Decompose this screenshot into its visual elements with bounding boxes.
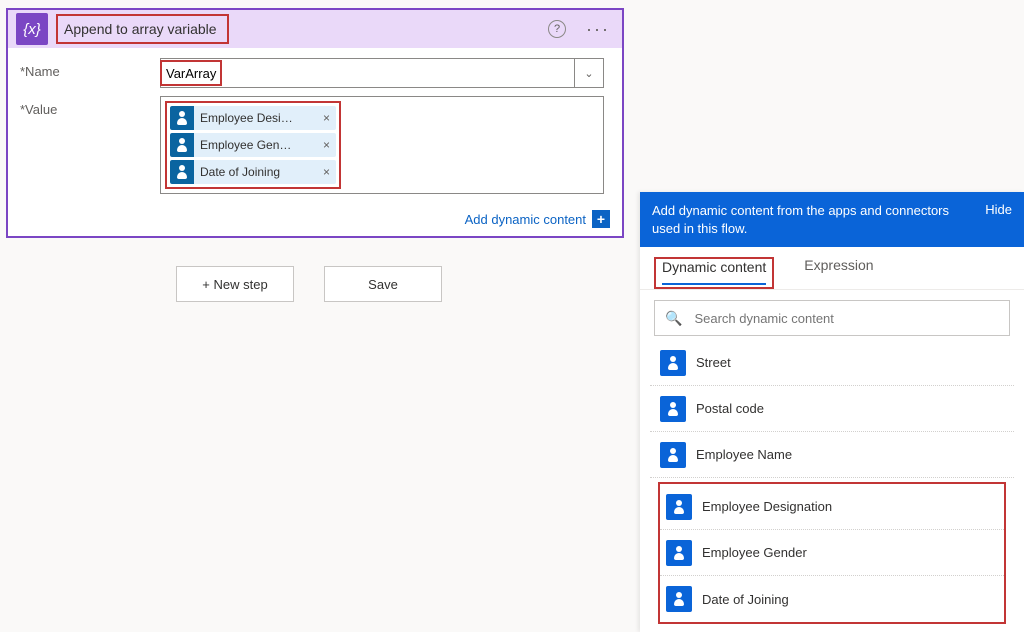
value-token[interactable]: Date of Joining × <box>170 160 336 184</box>
value-label: *Value <box>20 96 160 117</box>
highlight-name-value: VarArray <box>160 60 222 86</box>
list-item-label: Street <box>696 355 731 370</box>
token-label: Date of Joining <box>200 165 315 179</box>
add-dynamic-row: Add dynamic content + <box>8 208 622 236</box>
remove-token-icon[interactable]: × <box>321 111 332 125</box>
person-icon <box>170 133 194 157</box>
action-header[interactable]: {x} Append to array variable ? ··· <box>8 10 622 48</box>
person-icon <box>170 160 194 184</box>
action-body: *Name VarArray ⌄ *Value Employee Desi… × <box>8 48 622 208</box>
list-item[interactable]: Postal code <box>650 386 1014 432</box>
dynamic-tabs: Dynamic content Expression <box>640 247 1024 290</box>
highlight-list-group: Employee Designation Employee Gender Dat… <box>658 482 1006 624</box>
dynamic-search[interactable]: 🔍 <box>654 300 1010 336</box>
list-item[interactable]: Employee Name <box>650 432 1014 478</box>
add-dynamic-badge-icon[interactable]: + <box>592 210 610 228</box>
person-icon <box>660 396 686 422</box>
row-value: *Value Employee Desi… × Employee Gen… × <box>20 96 610 194</box>
value-token[interactable]: Employee Gen… × <box>170 133 336 157</box>
action-title: Append to array variable <box>64 21 217 37</box>
person-icon <box>666 586 692 612</box>
list-item[interactable]: Employee Designation <box>660 484 1004 530</box>
tab-expression[interactable]: Expression <box>802 257 875 289</box>
tab-dynamic-content[interactable]: Dynamic content <box>662 259 766 285</box>
remove-token-icon[interactable]: × <box>321 138 332 152</box>
remove-token-icon[interactable]: × <box>321 165 332 179</box>
dynamic-header-text: Add dynamic content from the apps and co… <box>652 202 977 237</box>
search-icon: 🔍 <box>665 310 682 327</box>
list-item-label: Date of Joining <box>702 592 789 607</box>
highlight-active-tab: Dynamic content <box>654 257 774 289</box>
person-icon <box>660 350 686 376</box>
person-icon <box>666 540 692 566</box>
new-step-button[interactable]: + New step <box>176 266 294 302</box>
list-item[interactable]: Date of Joining <box>660 576 1004 622</box>
value-field[interactable]: Employee Desi… × Employee Gen… × Date of… <box>160 96 604 194</box>
search-input[interactable] <box>692 310 999 327</box>
new-step-label: + New step <box>202 277 267 292</box>
save-label: Save <box>368 277 398 292</box>
list-item-label: Employee Designation <box>702 499 832 514</box>
name-field[interactable]: VarArray ⌄ <box>160 58 604 88</box>
person-icon <box>170 106 194 130</box>
list-item-label: Employee Name <box>696 447 792 462</box>
chevron-down-icon[interactable]: ⌄ <box>574 58 604 88</box>
person-icon <box>666 494 692 520</box>
variable-icon-text: {x} <box>23 21 41 38</box>
list-item-label: Employee Gender <box>702 545 807 560</box>
dynamic-panel-header: Add dynamic content from the apps and co… <box>640 192 1024 247</box>
hide-link[interactable]: Hide <box>985 202 1012 217</box>
list-item[interactable]: Street <box>650 340 1014 386</box>
step-buttons: + New step Save <box>176 266 442 302</box>
person-icon <box>660 442 686 468</box>
highlight-title: Append to array variable <box>56 14 229 44</box>
name-value: VarArray <box>166 66 216 81</box>
variable-icon: {x} <box>16 13 48 45</box>
list-item-label: Postal code <box>696 401 764 416</box>
value-token[interactable]: Employee Desi… × <box>170 106 336 130</box>
name-input[interactable]: VarArray <box>160 58 574 88</box>
action-card: {x} Append to array variable ? ··· *Name… <box>6 8 624 238</box>
list-item[interactable]: Employee Gender <box>660 530 1004 576</box>
dynamic-list: Street Postal code Employee Name Employe… <box>640 340 1024 632</box>
row-name: *Name VarArray ⌄ <box>20 58 610 88</box>
add-dynamic-link[interactable]: Add dynamic content <box>465 212 586 227</box>
more-menu[interactable]: ··· <box>586 19 614 40</box>
name-label: *Name <box>20 58 160 79</box>
dynamic-content-panel: Add dynamic content from the apps and co… <box>640 192 1024 632</box>
token-label: Employee Gen… <box>200 138 315 152</box>
highlight-value-tokens: Employee Desi… × Employee Gen… × Date of… <box>165 101 341 189</box>
help-icon[interactable]: ? <box>548 20 566 38</box>
token-label: Employee Desi… <box>200 111 315 125</box>
save-button[interactable]: Save <box>324 266 442 302</box>
